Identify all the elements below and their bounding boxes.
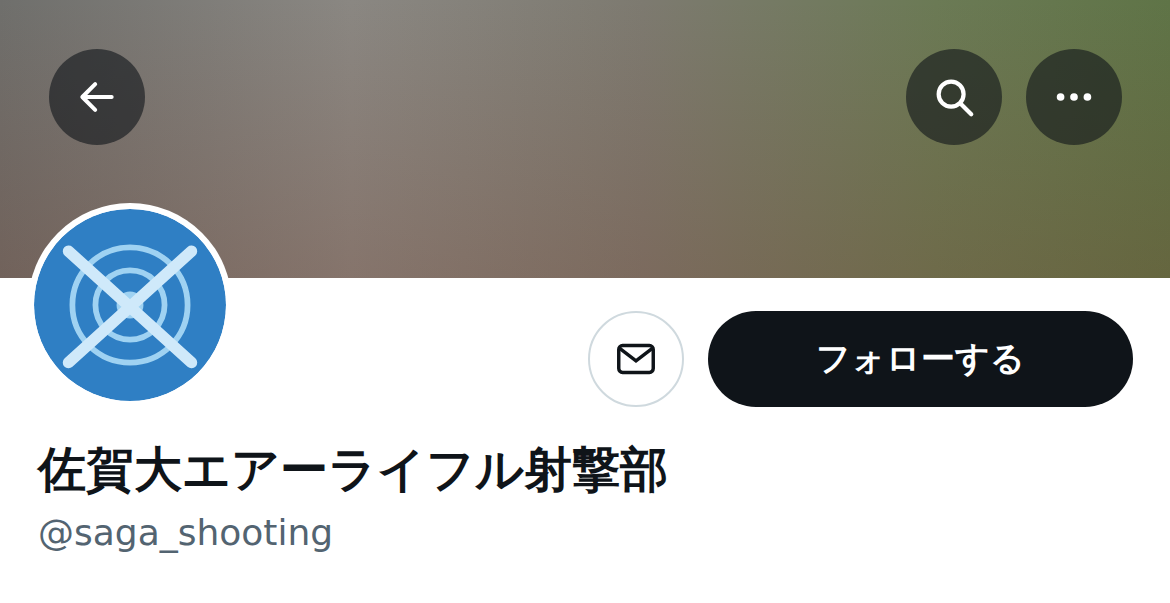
user-handle: @saga_shooting	[38, 511, 1132, 554]
display-name: 佐賀大エアーライフル射撃部	[38, 439, 1132, 499]
more-dots-icon	[1051, 74, 1097, 120]
message-button[interactable]	[588, 311, 684, 407]
profile-page: フォローする佐賀大エアーライフル射撃部 @saga_shooting	[0, 0, 1170, 603]
more-button[interactable]	[1026, 49, 1122, 145]
search-icon	[931, 74, 977, 120]
profile-info: 佐賀大エアーライフル射撃部 @saga_shooting	[0, 407, 1170, 554]
back-arrow-icon	[75, 75, 119, 119]
back-button[interactable]	[49, 49, 145, 145]
follow-button[interactable]: フォローする	[708, 311, 1133, 407]
envelope-icon	[613, 336, 659, 382]
club-logo-icon	[34, 209, 226, 401]
search-button[interactable]	[906, 49, 1002, 145]
avatar[interactable]	[28, 203, 232, 407]
